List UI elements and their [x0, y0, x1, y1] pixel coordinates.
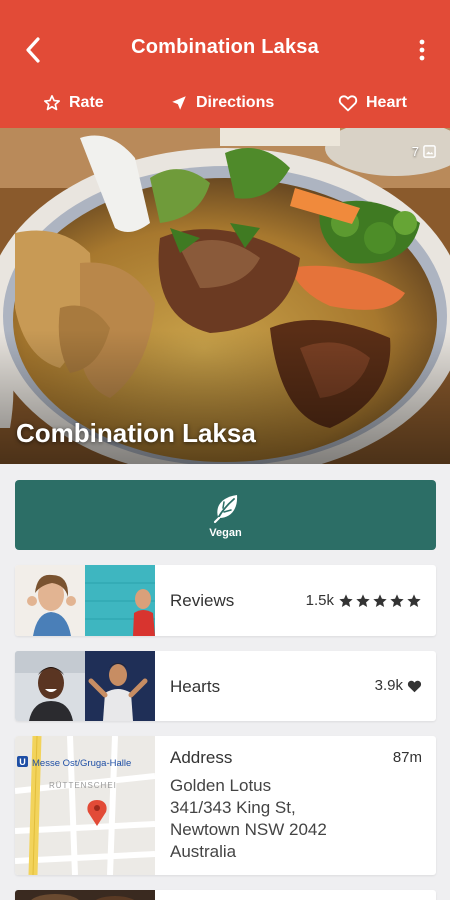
vegan-tag[interactable]: Vegan	[15, 480, 436, 550]
app-bar: Combination Laksa Rate Directions Heart	[0, 0, 450, 128]
directions-button[interactable]: Directions	[170, 86, 274, 120]
map-preview: U Messe Ost/Gruga-Halle RÜTTENSCHEI	[15, 736, 155, 875]
star-icon	[373, 593, 387, 607]
hearts-label: Hearts	[170, 677, 221, 696]
next-card-photo	[15, 890, 155, 900]
hearts-card[interactable]: Hearts 3.9k	[15, 651, 436, 721]
star-rating	[338, 593, 422, 609]
star-icon	[339, 593, 353, 607]
heart-filled-icon	[407, 680, 422, 692]
hearts-count: 3.9k	[374, 677, 403, 694]
more-vert-icon	[419, 39, 425, 61]
reviews-thumbnails	[15, 565, 155, 636]
hero-photo[interactable]: 7 Combination Laksa	[0, 128, 450, 464]
address-line-4: Australia	[170, 842, 237, 861]
reviews-count: 1.5k	[305, 592, 334, 609]
navigation-icon	[172, 96, 186, 110]
address-line-1: Golden Lotus	[170, 776, 272, 795]
photo-count: 7	[412, 144, 436, 159]
rate-label: Rate	[69, 94, 104, 111]
photo-gallery-icon	[423, 145, 436, 158]
reviews-summary: 1.5k	[306, 592, 422, 609]
address-distance: 87m	[392, 749, 422, 766]
back-button[interactable]	[18, 34, 48, 66]
address-line-3: Newtown NSW 2042	[170, 820, 327, 839]
vegan-label: Vegan	[209, 527, 242, 539]
back-arrow-icon	[26, 37, 40, 63]
hearts-summary: 3.9k	[375, 677, 422, 694]
star-icon	[407, 593, 421, 607]
rate-button[interactable]: Rate	[43, 86, 104, 120]
photo-count-value: 7	[411, 144, 419, 159]
action-bar: Rate Directions Heart	[0, 86, 450, 120]
map-label-district: RÜTTENSCHEI	[49, 781, 117, 790]
star-icon	[356, 593, 370, 607]
address-line-2: 341/343 King St,	[170, 798, 296, 817]
leaf-icon	[213, 495, 237, 524]
star-icon	[390, 593, 404, 607]
next-card[interactable]	[15, 890, 436, 900]
hero-title: Combination Laksa	[16, 418, 256, 448]
next-card-thumbnail	[15, 890, 155, 900]
heart-button[interactable]: Heart	[338, 86, 407, 120]
page-title: Combination Laksa	[131, 36, 319, 58]
address-label: Address	[170, 748, 233, 767]
heart-label: Heart	[366, 94, 407, 111]
hearts-thumbnails	[15, 651, 155, 721]
svg-text:U: U	[19, 757, 26, 767]
more-options-button[interactable]	[414, 36, 430, 64]
laksa-photo	[0, 128, 450, 464]
reviews-label: Reviews	[170, 591, 235, 610]
address-card[interactable]: U Messe Ost/Gruga-Halle RÜTTENSCHEI Addr…	[15, 736, 436, 875]
heart-outline-icon	[338, 95, 358, 112]
reviewer-photos	[15, 565, 155, 636]
map-thumbnail[interactable]: U Messe Ost/Gruga-Halle RÜTTENSCHEI	[15, 736, 155, 875]
directions-label: Directions	[196, 94, 275, 111]
heart-giver-photos	[15, 651, 155, 721]
map-label-station: Messe Ost/Gruga-Halle	[32, 758, 131, 769]
star-outline-icon	[43, 95, 61, 111]
reviews-card[interactable]: Reviews 1.5k	[15, 565, 436, 636]
